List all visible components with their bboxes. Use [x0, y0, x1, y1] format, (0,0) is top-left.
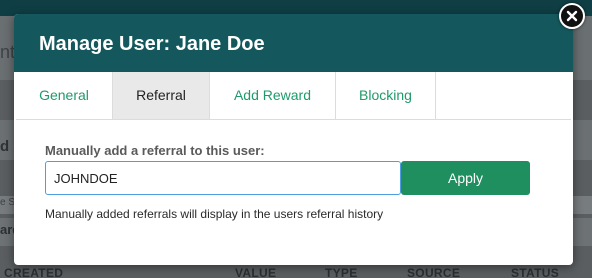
tab-bar: General Referral Add Reward Blocking — [16, 72, 571, 120]
modal-header: Manage User: Jane Doe — [14, 14, 573, 72]
apply-button[interactable]: Apply — [401, 161, 530, 195]
referral-helper-text: Manually added referrals will display in… — [45, 207, 384, 221]
referral-field-label: Manually add a referral to this user: — [45, 143, 265, 158]
tab-referral[interactable]: Referral — [113, 72, 210, 119]
tab-general[interactable]: General — [16, 72, 113, 119]
close-icon — [566, 10, 578, 22]
background-panel-text: nt — [0, 42, 16, 62]
column-header-type: TYPE — [325, 266, 358, 278]
background-row-text: e S — [0, 197, 16, 208]
manage-user-modal: Manage User: Jane Doe General Referral A… — [14, 14, 573, 265]
column-header-created: CREATED — [4, 266, 64, 278]
close-button[interactable] — [559, 3, 585, 29]
column-header-status: STATUS — [511, 266, 560, 278]
tab-add-reward[interactable]: Add Reward — [210, 72, 336, 119]
column-header-value: VALUE — [235, 266, 277, 278]
tab-blocking[interactable]: Blocking — [336, 72, 436, 119]
column-header-source: SOURCE — [407, 266, 461, 278]
modal-title: Manage User: Jane Doe — [39, 33, 265, 55]
referral-code-input[interactable] — [45, 161, 401, 195]
